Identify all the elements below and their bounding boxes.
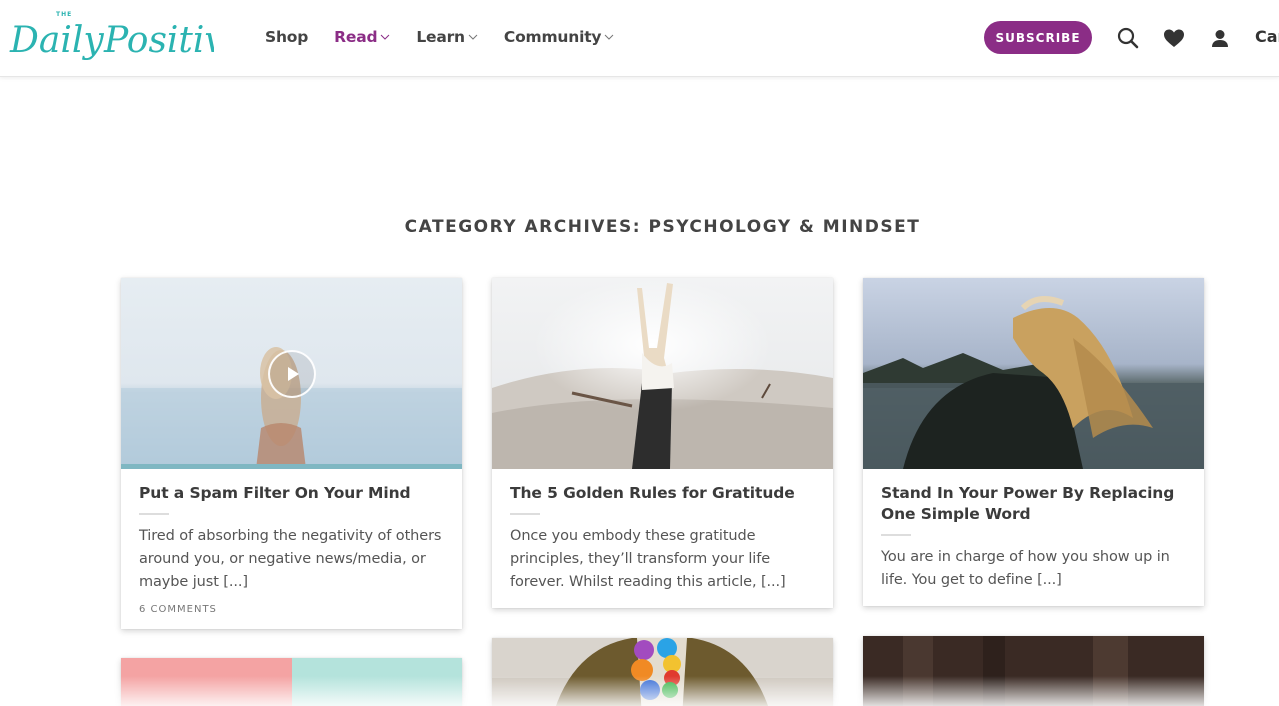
- nav-read-label: Read: [334, 28, 378, 46]
- nav-community-label: Community: [503, 28, 602, 46]
- svg-text:Positive: Positive: [103, 20, 214, 61]
- nav-shop[interactable]: Shop: [265, 28, 308, 46]
- chevron-down-icon: [604, 32, 614, 42]
- post-image[interactable]: [492, 278, 833, 469]
- post-image[interactable]: [492, 638, 833, 706]
- divider: [881, 534, 911, 536]
- post-title[interactable]: The 5 Golden Rules for Gratitude: [510, 483, 815, 504]
- post-title[interactable]: Stand In Your Power By Replacing One Sim…: [881, 483, 1186, 525]
- post-card[interactable]: [492, 638, 833, 706]
- page-title: CATEGORY ARCHIVES: PSYCHOLOGY & MINDSET: [404, 217, 921, 237]
- post-card[interactable]: [863, 636, 1204, 706]
- nav-shop-label: Shop: [265, 28, 309, 46]
- post-title[interactable]: Put a Spam Filter On Your Mind: [139, 483, 444, 504]
- cart-link[interactable]: Car: [1255, 27, 1279, 46]
- chevron-down-icon: [468, 32, 478, 42]
- post-image[interactable]: [121, 658, 462, 706]
- post-card[interactable]: [121, 658, 462, 706]
- site-header: THE Daily Positive Shop Read Learn Commu…: [0, 0, 1279, 77]
- site-logo[interactable]: THE Daily Positive: [8, 6, 214, 68]
- post-excerpt: Once you embody these gratitude principl…: [510, 528, 786, 590]
- post-excerpt: Tired of absorbing the negativity of oth…: [139, 528, 442, 590]
- comment-count[interactable]: 6 COMMENTS: [139, 604, 444, 615]
- svg-text:THE: THE: [56, 11, 72, 18]
- nav-read[interactable]: Read: [334, 28, 390, 46]
- main-nav: Shop Read Learn Community: [265, 25, 640, 49]
- post-card[interactable]: The 5 Golden Rules for Gratitude Once yo…: [492, 278, 833, 608]
- post-excerpt: You are in charge of how you show up in …: [881, 549, 1170, 588]
- subscribe-button[interactable]: SUBSCRIBE: [984, 21, 1092, 54]
- post-card[interactable]: Stand In Your Power By Replacing One Sim…: [863, 278, 1204, 606]
- search-icon[interactable]: [1116, 26, 1140, 50]
- nav-learn[interactable]: Learn: [416, 28, 478, 46]
- post-image[interactable]: [863, 278, 1204, 469]
- user-icon[interactable]: [1208, 26, 1232, 50]
- heart-icon[interactable]: [1162, 26, 1186, 50]
- chevron-down-icon: [380, 32, 390, 42]
- divider: [510, 513, 540, 515]
- post-image[interactable]: [121, 278, 462, 469]
- post-card[interactable]: Put a Spam Filter On Your Mind Tired of …: [121, 278, 462, 629]
- play-icon[interactable]: [268, 350, 316, 398]
- nav-learn-label: Learn: [416, 28, 465, 46]
- divider: [139, 513, 169, 515]
- post-image[interactable]: [863, 636, 1204, 706]
- nav-community[interactable]: Community: [504, 28, 614, 46]
- svg-text:Daily: Daily: [9, 20, 104, 61]
